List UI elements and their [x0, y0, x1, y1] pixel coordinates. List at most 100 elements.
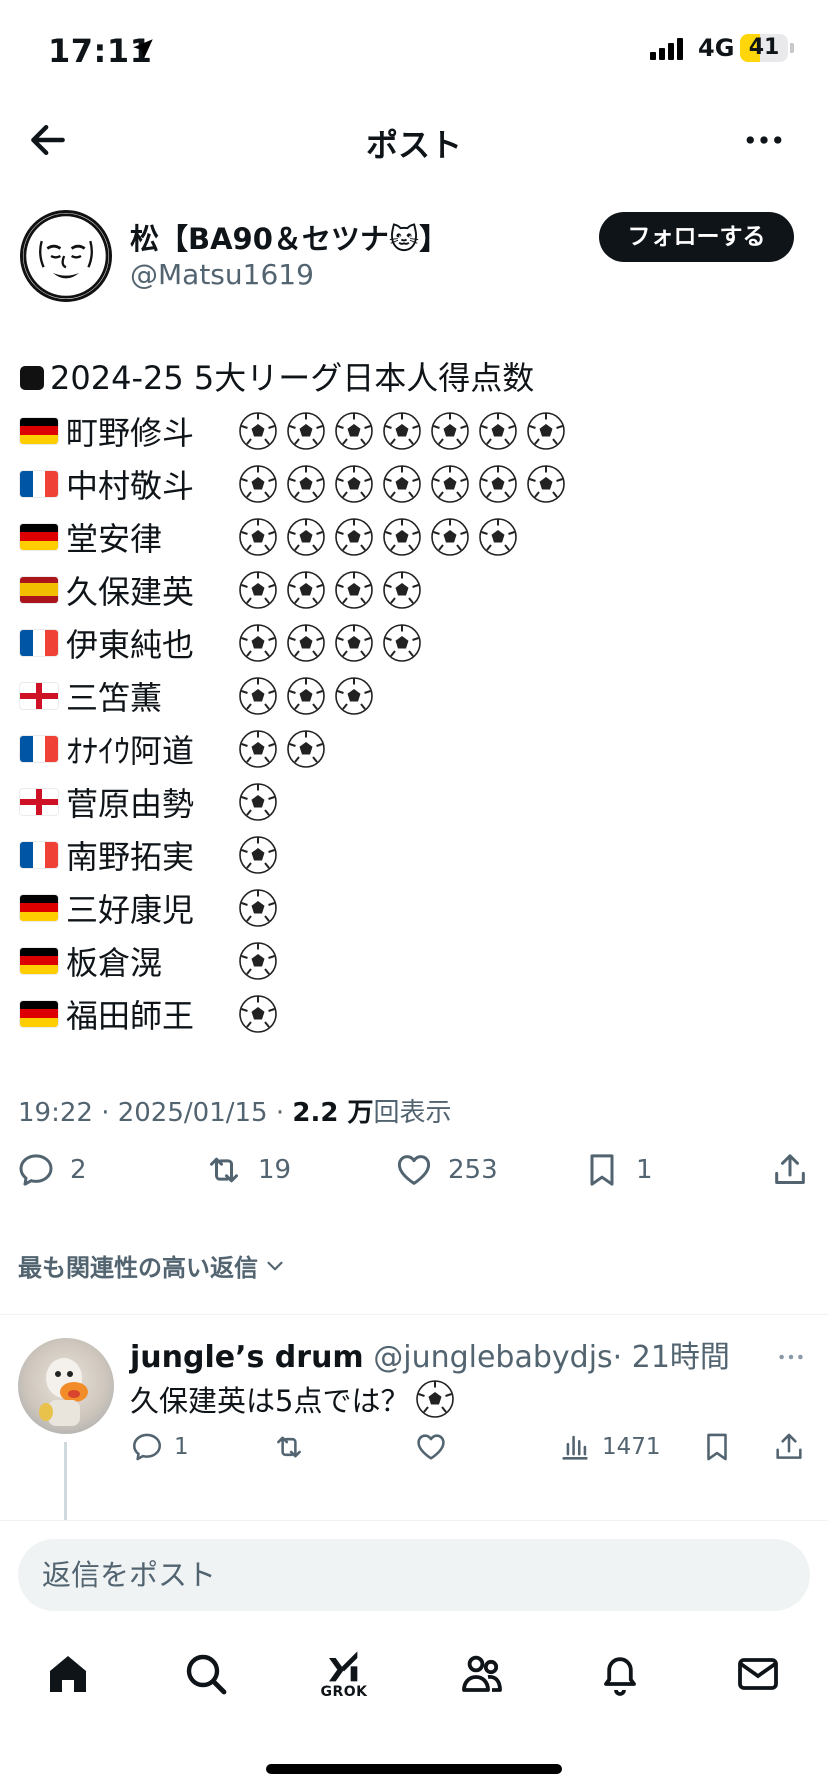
player-row: 板倉滉 [20, 934, 810, 987]
soccer-ball-icon [287, 623, 325, 662]
goal-balls [238, 729, 326, 769]
goal-balls [238, 464, 566, 504]
search-icon [186, 1654, 227, 1695]
player-row: 堂安律 [20, 510, 810, 563]
soccer-ball-icon [239, 941, 277, 980]
goal-balls [238, 623, 422, 663]
tab-home[interactable] [38, 1644, 98, 1704]
goal-balls [238, 676, 374, 716]
post-heading-text: 2024-25 5大リーグ日本人得点数 [50, 359, 535, 397]
page-title: ポスト [365, 126, 462, 164]
reply-avatar[interactable] [18, 1338, 114, 1434]
share-icon [776, 1433, 802, 1459]
soccer-ball-icon [335, 570, 373, 609]
player-row: 伊東純也 [20, 616, 810, 669]
soccer-ball-icon [287, 729, 325, 768]
reply-sort-selector[interactable]: 最も関連性の高い返信 [18, 1248, 288, 1283]
soccer-ball-icon [239, 517, 277, 556]
soccer-ball-icon [239, 676, 277, 715]
post-meta: 19:22 · 2025/01/15 · 2.2 万回表示 [18, 1092, 452, 1129]
player-name: 久保建英 [66, 572, 195, 611]
mail-icon [738, 1658, 778, 1690]
goal-balls [238, 994, 278, 1034]
goal-balls [238, 411, 566, 451]
post-text: 2024-25 5大リーグ日本人得点数 町野修斗 中村敬斗 堂安律 久保建英 伊東純也三… [20, 352, 810, 1040]
reply-author-handle[interactable]: @junglebabydjs [373, 1340, 612, 1375]
player-row: 三笘薫 [20, 669, 810, 722]
tab-messages[interactable] [728, 1644, 788, 1704]
repost-button[interactable]: 19 [204, 1150, 291, 1190]
spain-flag-icon [20, 576, 58, 603]
tab-notifications[interactable] [590, 1644, 650, 1704]
germany-flag-icon [20, 1000, 58, 1027]
author-handle[interactable]: @Matsu1619 [130, 258, 314, 291]
soccer-ball-icon [383, 570, 421, 609]
share-button[interactable] [770, 1150, 810, 1190]
soccer-ball-icon [431, 411, 469, 450]
reply-share-button[interactable] [772, 1430, 806, 1464]
follow-button[interactable]: フォローする [599, 212, 794, 262]
tab-communities[interactable] [452, 1644, 512, 1704]
player-name: 三好康児 [66, 890, 195, 929]
reply-repost-button[interactable] [272, 1430, 306, 1464]
player-name: 三笘薫 [66, 678, 163, 717]
reply-views[interactable]: 1471 [558, 1430, 661, 1464]
like-button[interactable]: 253 [394, 1150, 498, 1190]
soccer-ball-icon [335, 464, 373, 503]
france-flag-icon [20, 841, 58, 868]
player-name: 堂安律 [66, 519, 163, 558]
reply-button[interactable]: 2 [16, 1150, 87, 1190]
tab-grok[interactable]: GROK [314, 1644, 374, 1704]
reply-icon [132, 1433, 162, 1461]
player-name: ｵﾅｲｳ阿道 [66, 731, 195, 770]
bottom-tab-bar: GROK [0, 1630, 828, 1730]
france-flag-icon [20, 735, 58, 762]
reply-reply-count: 1 [174, 1434, 189, 1460]
bookmark-button[interactable]: 1 [582, 1150, 653, 1190]
germany-flag-icon [20, 417, 58, 444]
player-row: 久保建英 [20, 563, 810, 616]
soccer-ball-icon [383, 623, 421, 662]
divider [0, 1314, 828, 1315]
author-name[interactable]: 松【BA90＆セツナ🐱】 [130, 216, 448, 258]
reply-input[interactable]: 返信をポスト [18, 1539, 810, 1611]
nav-bar: ポスト [0, 100, 828, 180]
share-icon [775, 1154, 805, 1184]
player-name: 板倉滉 [66, 943, 163, 982]
reply-header: jungle’s drum @junglebabydjs· 21時間 [130, 1332, 730, 1376]
reply-reply-button[interactable]: 1 [130, 1430, 189, 1464]
soccer-ball-icon [287, 411, 325, 450]
reply-bookmark-button[interactable] [700, 1430, 734, 1464]
communities-icon [462, 1655, 502, 1692]
repost-count: 19 [258, 1155, 292, 1185]
reply-more-icon[interactable] [776, 1342, 806, 1372]
author-avatar[interactable] [20, 210, 112, 302]
reply-author-name[interactable]: jungle’s drum [130, 1340, 364, 1375]
post-author: 松【BA90＆セツナ🐱】 @Matsu1619 フォローする [20, 210, 810, 306]
soccer-ball-icon [383, 517, 421, 556]
reply-text-content: 久保建英は5点では？ [130, 1384, 410, 1418]
soccer-ball-icon [383, 464, 421, 503]
soccer-ball-icon [479, 464, 517, 503]
germany-flag-icon [20, 523, 58, 550]
tab-search[interactable] [176, 1644, 236, 1704]
soccer-ball-icon [287, 570, 325, 609]
status-bar: 17:11 4G 41 [0, 0, 828, 100]
england-flag-icon [20, 788, 58, 815]
heart-icon [417, 1434, 445, 1460]
reply-like-button[interactable] [414, 1430, 448, 1464]
soccer-ball-icon [479, 517, 517, 556]
goal-balls [238, 570, 422, 610]
soccer-ball-icon [431, 517, 469, 556]
bookmark-icon [590, 1154, 614, 1186]
soccer-ball-icon [287, 676, 325, 715]
repost-icon [210, 1157, 238, 1183]
player-row: 中村敬斗 [20, 457, 810, 510]
soccer-ball-icon [239, 835, 277, 874]
soccer-ball-icon [239, 888, 277, 927]
repost-icon [277, 1436, 301, 1458]
black-square-icon [20, 366, 44, 390]
goal-balls [238, 941, 278, 981]
more-options-icon[interactable] [742, 118, 786, 162]
battery-icon: 41 [740, 34, 788, 62]
